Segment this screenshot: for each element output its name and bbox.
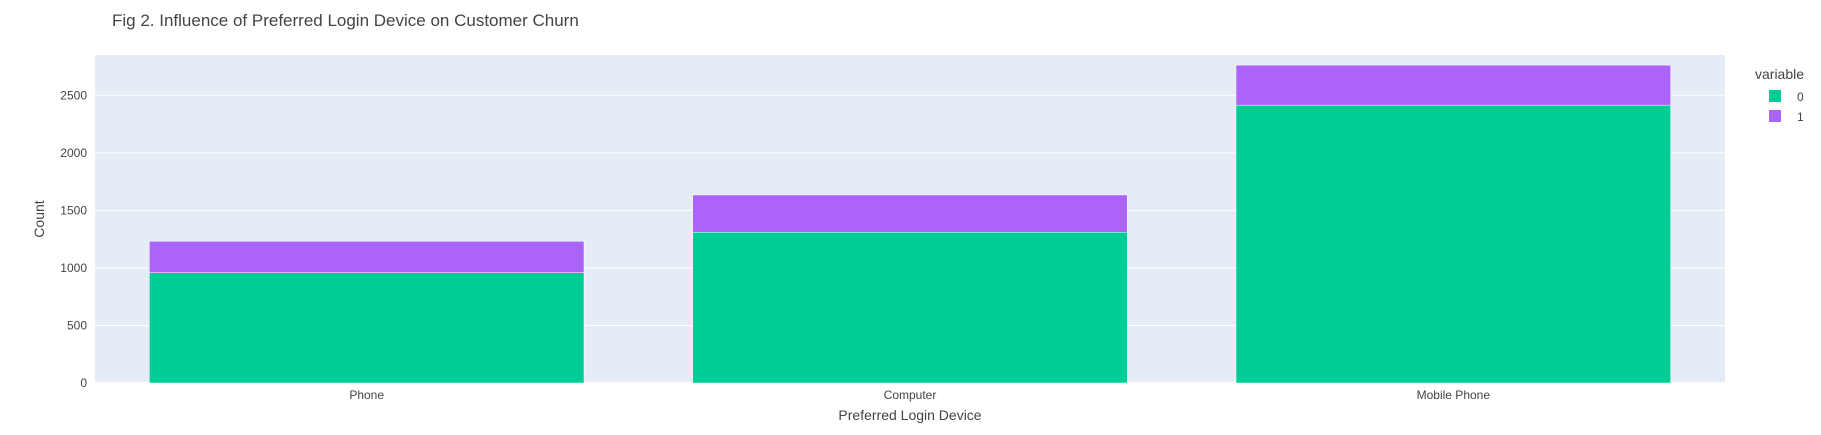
chart-title: Fig 2. Influence of Preferred Login Devi…	[112, 11, 579, 30]
y-tick-label: 1000	[60, 261, 87, 275]
legend-label-0[interactable]: 0	[1797, 90, 1804, 104]
bar-phone-series-1[interactable]	[149, 241, 585, 273]
legend-swatch-1[interactable]	[1769, 110, 1781, 122]
legend: variable 01	[1755, 66, 1804, 124]
y-tick-label: 500	[67, 318, 87, 332]
legend-items: 01	[1769, 90, 1804, 124]
bar-chart: 0 500 1000 1500 2000 2500 Phone Computer Mobile…	[31, 11, 1804, 423]
x-tick-label: Mobile Phone	[1417, 388, 1491, 402]
legend-swatch-0[interactable]	[1769, 90, 1781, 102]
bar-phone-series-0[interactable]	[149, 272, 585, 384]
y-axis-ticks: 0 500 1000 1500 2000 2500	[60, 88, 87, 390]
y-tick-label: 2500	[60, 88, 87, 102]
y-tick-label: 0	[80, 376, 87, 390]
x-tick-label: Computer	[884, 388, 937, 402]
y-axis-title: Count	[31, 200, 47, 237]
x-axis-ticks: Phone Computer Mobile Phone	[349, 388, 1490, 402]
y-tick-label: 1500	[60, 203, 87, 217]
bar-computer-series-1[interactable]	[692, 194, 1128, 233]
bar-mobile-phone-series-0[interactable]	[1235, 104, 1671, 384]
x-axis-title: Preferred Login Device	[838, 407, 981, 423]
y-tick-label: 2000	[60, 146, 87, 160]
legend-label-1[interactable]: 1	[1797, 110, 1804, 124]
x-tick-label: Phone	[349, 388, 384, 402]
chart-container: 0 500 1000 1500 2000 2500 Phone Computer Mobile…	[0, 0, 1821, 435]
bar-computer-series-0[interactable]	[692, 231, 1128, 384]
legend-title: variable	[1755, 66, 1804, 82]
bar-mobile-phone-series-1[interactable]	[1235, 64, 1671, 106]
